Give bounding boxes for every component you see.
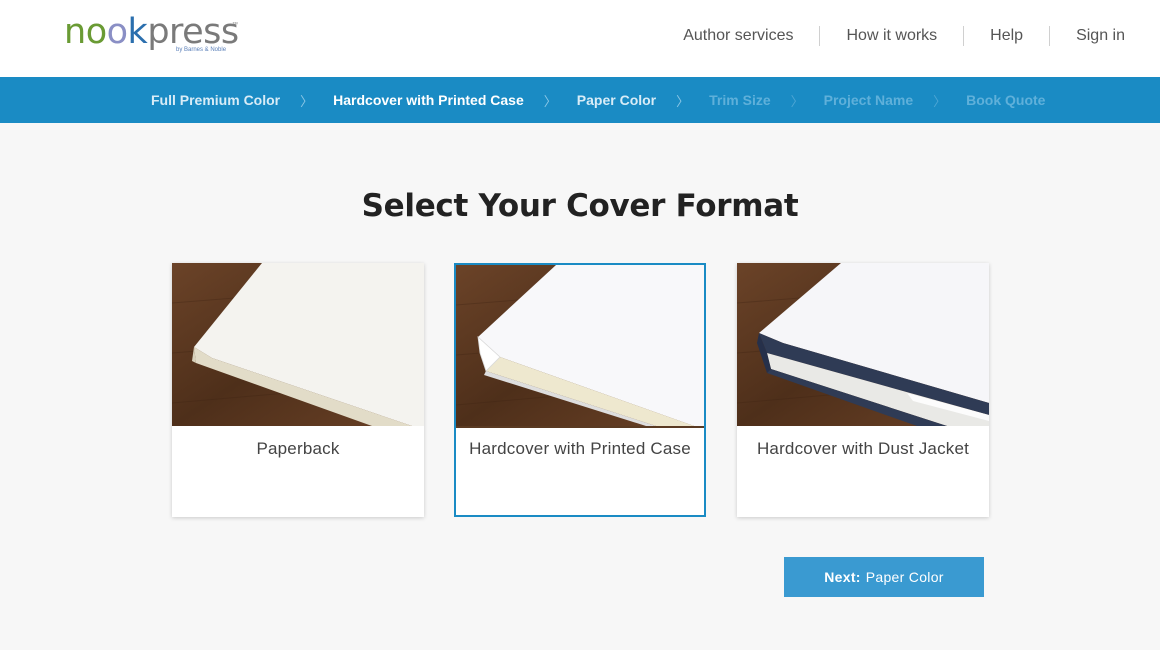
option-card-hardcover-printed-case[interactable]: Hardcover with Printed Case: [454, 263, 706, 517]
chevron-right-icon: 〉: [300, 93, 314, 109]
nav-sign-in[interactable]: Sign in: [1076, 25, 1125, 47]
option-label: Hardcover with Dust Jacket: [756, 439, 970, 458]
crumb-full-premium-color[interactable]: Full Premium Color: [151, 92, 280, 108]
option-label: Paperback: [256, 439, 340, 458]
option-label: Hardcover with Printed Case: [469, 439, 691, 458]
nookpress-logo[interactable]: nookpress ™ by Barnes & Noble: [64, 12, 239, 58]
chevron-right-icon: 〉: [543, 93, 557, 109]
paperback-photo: [172, 263, 424, 426]
chevron-right-icon: 〉: [790, 93, 804, 109]
hardcover-dust-jacket-photo: [737, 263, 989, 426]
option-card-paperback[interactable]: Paperback: [172, 263, 424, 517]
nav-divider: [963, 26, 965, 46]
next-button[interactable]: Next: Paper Color: [784, 557, 984, 597]
logo-byline: by Barnes & Noble: [176, 47, 227, 53]
next-button-destination: Paper Color: [865, 569, 944, 585]
chevron-right-icon: 〉: [676, 93, 690, 109]
nav-author-services[interactable]: Author services: [683, 25, 793, 47]
page-title: Select Your Cover Format: [361, 188, 799, 224]
top-nav: Author services How it works Help Sign i…: [683, 25, 1125, 47]
site-header: nookpress ™ by Barnes & Noble Author ser…: [0, 0, 1160, 77]
crumb-paper-color[interactable]: Paper Color: [577, 92, 656, 108]
crumb-trim-size: Trim Size: [709, 92, 771, 108]
option-card-hardcover-dust-jacket[interactable]: Hardcover with Dust Jacket: [737, 263, 989, 517]
nav-how-it-works[interactable]: How it works: [846, 25, 937, 47]
hardcover-printed-case-photo: [456, 265, 704, 428]
chevron-right-icon: 〉: [933, 93, 947, 109]
crumb-book-quote: Book Quote: [966, 92, 1046, 108]
nav-help[interactable]: Help: [990, 25, 1023, 47]
crumb-project-name: Project Name: [823, 92, 914, 108]
nav-divider: [1049, 26, 1051, 46]
nav-divider: [819, 26, 821, 46]
logo-trademark: ™: [232, 22, 238, 28]
logo-wordmark: nookpress: [64, 12, 239, 52]
crumb-hardcover-printed-case[interactable]: Hardcover with Printed Case: [333, 92, 524, 108]
next-button-prefix: Next:: [824, 569, 861, 585]
progress-breadcrumb: Full Premium Color 〉 Hardcover with Prin…: [0, 77, 1160, 123]
